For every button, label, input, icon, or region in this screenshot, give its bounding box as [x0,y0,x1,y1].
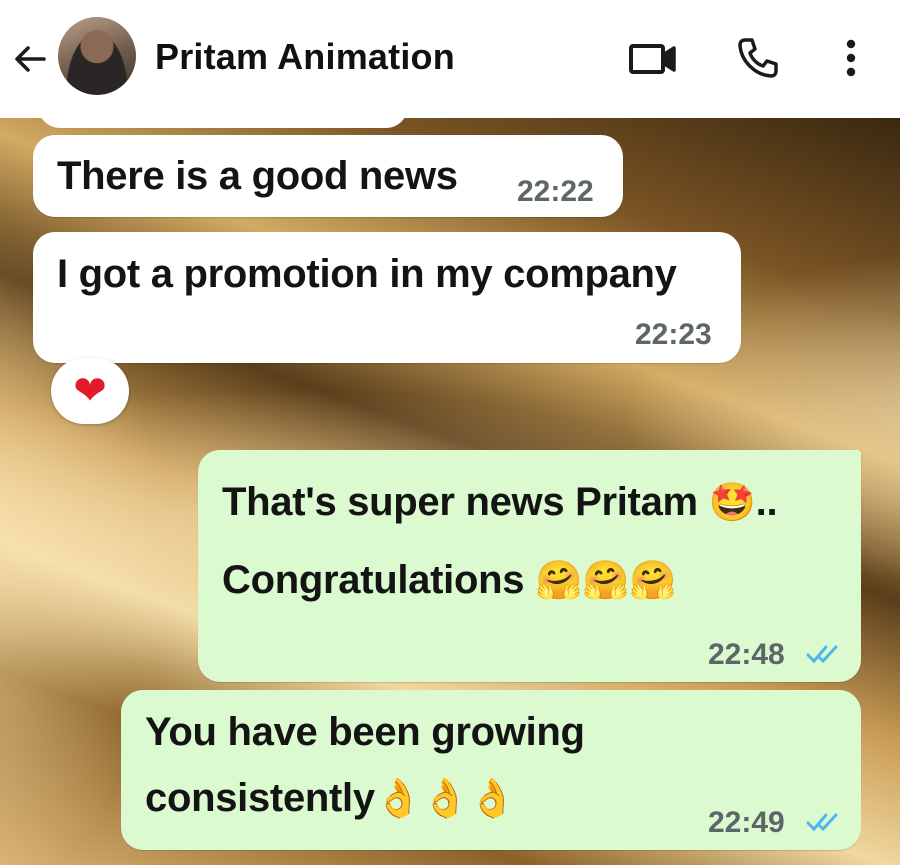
video-call-icon[interactable] [628,38,678,78]
message-time: 22:49 [708,806,785,839]
message-text-line: Congratulations 🤗🤗🤗 [222,558,676,603]
ok-hand-emoji-icon: 👌👌👌 [374,776,516,820]
message-time: 22:48 [708,638,785,671]
message-text: There is a good news [57,154,458,198]
chat-header: Pritam Animation [0,0,900,118]
message-time: 22:23 [635,318,712,351]
message-text: You have been growing [145,710,585,754]
message-time: 22:22 [517,175,594,208]
contact-name[interactable]: Pritam Animation [155,36,455,78]
read-receipt-icon [806,813,838,832]
message-text-line: That's super news Pritam 🤩.. [222,480,778,525]
back-arrow-icon[interactable] [10,38,52,80]
avatar[interactable] [58,17,136,95]
hugging-face-emoji-icon: 🤗🤗🤗 [535,558,677,602]
message-bubble-incoming[interactable]: I got a promotion in my company 22:23 [33,232,741,363]
voice-call-icon[interactable] [736,36,780,80]
message-text: Congratulations [222,558,525,602]
message-text-line: consistently👌👌👌 [145,776,516,821]
heart-icon: ❤ [73,368,107,414]
heart-reaction[interactable]: ❤ [51,358,129,424]
read-receipt-icon [806,645,838,664]
message-text: That's super news Pritam [222,480,698,524]
message-bubble-outgoing[interactable]: That's super news Pritam 🤩.. Congratulat… [198,450,861,682]
message-text: I got a promotion in my company [57,252,677,296]
message-bubble-incoming[interactable]: There is a good news 22:22 [33,135,623,217]
star-struck-emoji-icon: 🤩 [708,480,756,524]
message-bubble-outgoing[interactable]: You have been growing consistently👌👌👌 22… [121,690,861,850]
message-suffix: .. [755,480,778,524]
more-options-icon[interactable] [836,36,866,80]
message-text: consistently [145,776,375,820]
